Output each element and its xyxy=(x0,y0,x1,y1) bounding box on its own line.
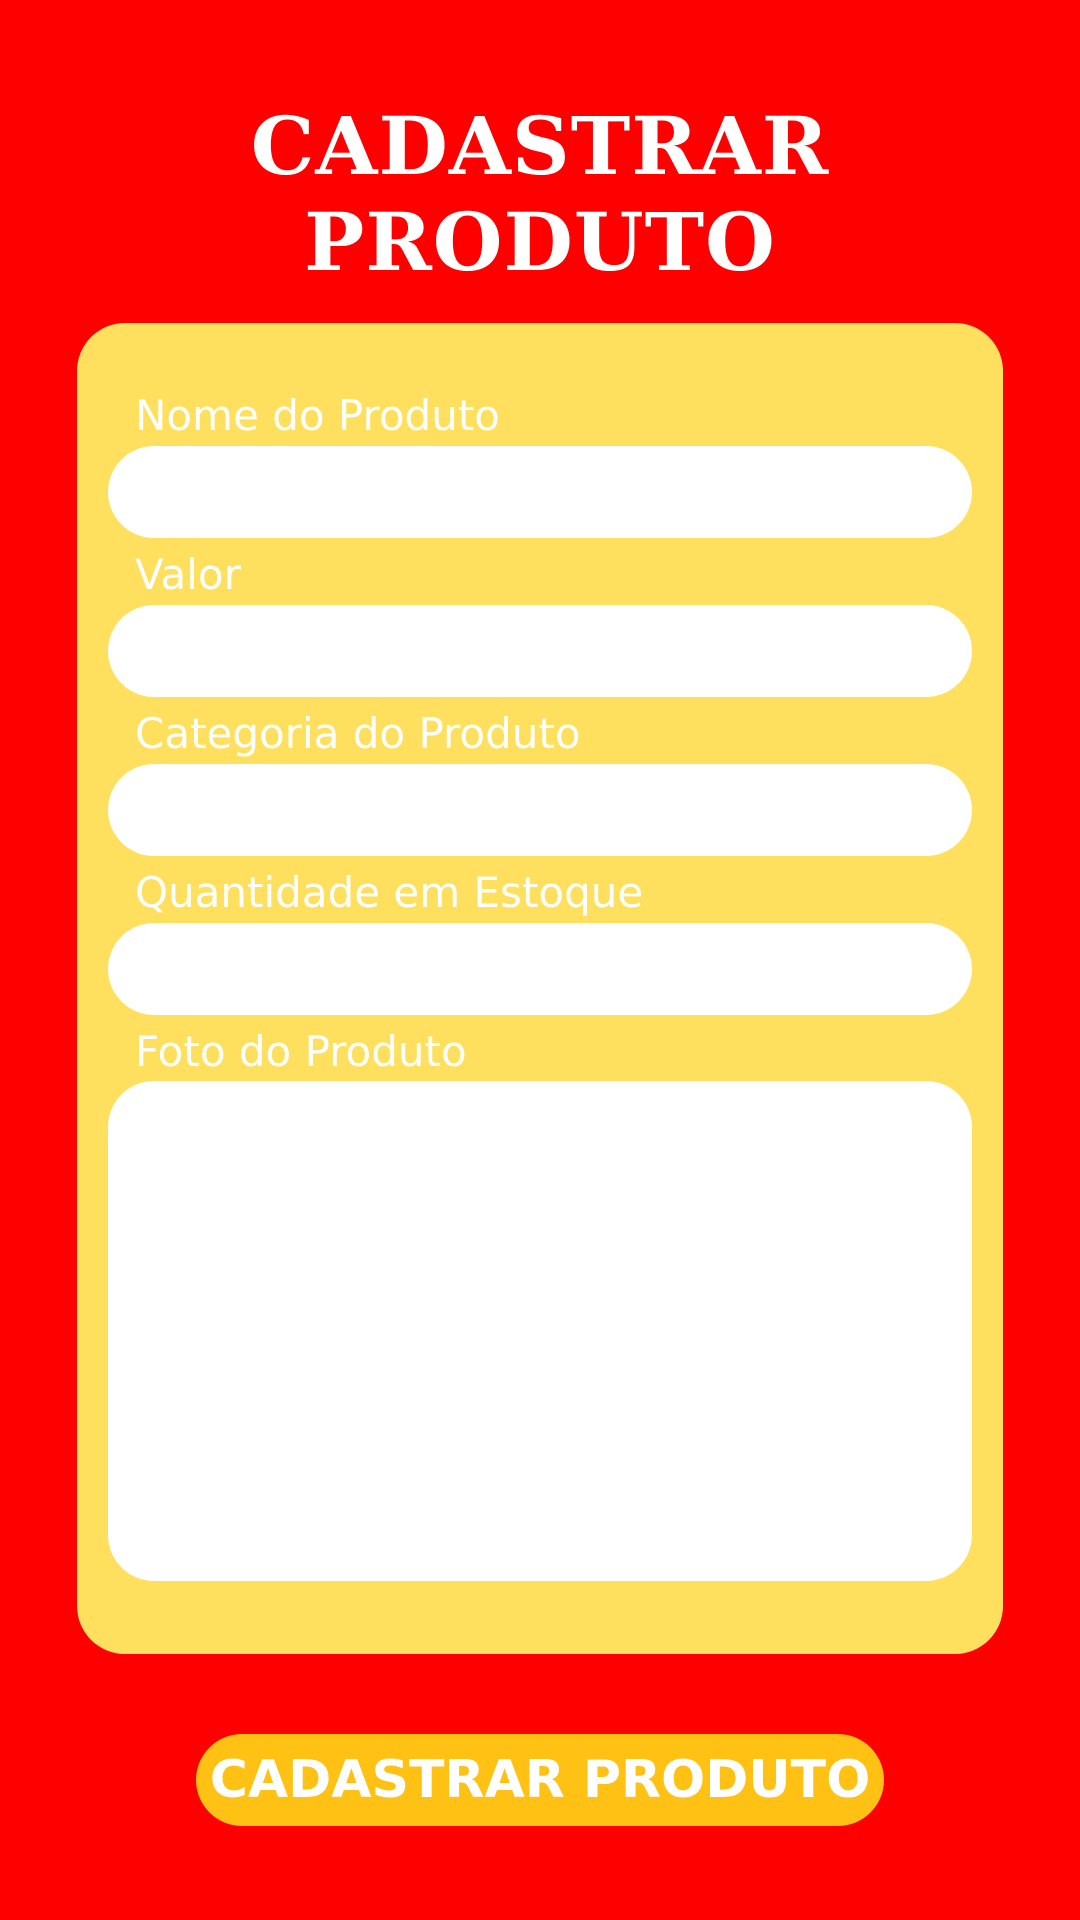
product-form-card: Nome do Produto Valor Categoria do Produ… xyxy=(77,323,1003,1654)
product-photo-label: Foto do Produto xyxy=(135,1027,467,1076)
category-field[interactable] xyxy=(108,764,972,856)
register-product-button[interactable]: CADASTRAR PRODUTO xyxy=(196,1734,884,1826)
product-name-label: Nome do Produto xyxy=(135,391,500,440)
price-label: Valor xyxy=(135,550,241,599)
stock-quantity-label: Quantidade em Estoque xyxy=(135,868,644,917)
product-photo-upload[interactable] xyxy=(108,1081,972,1581)
product-name-field[interactable] xyxy=(108,446,972,538)
page-title-line-1: CADASTRAR xyxy=(250,99,830,193)
page-title-line-2: PRODUTO xyxy=(304,195,776,289)
page-title: CADASTRAR PRODUTO xyxy=(0,98,1080,290)
price-field[interactable] xyxy=(108,605,972,697)
stock-quantity-field[interactable] xyxy=(108,923,972,1015)
category-label: Categoria do Produto xyxy=(135,709,581,758)
